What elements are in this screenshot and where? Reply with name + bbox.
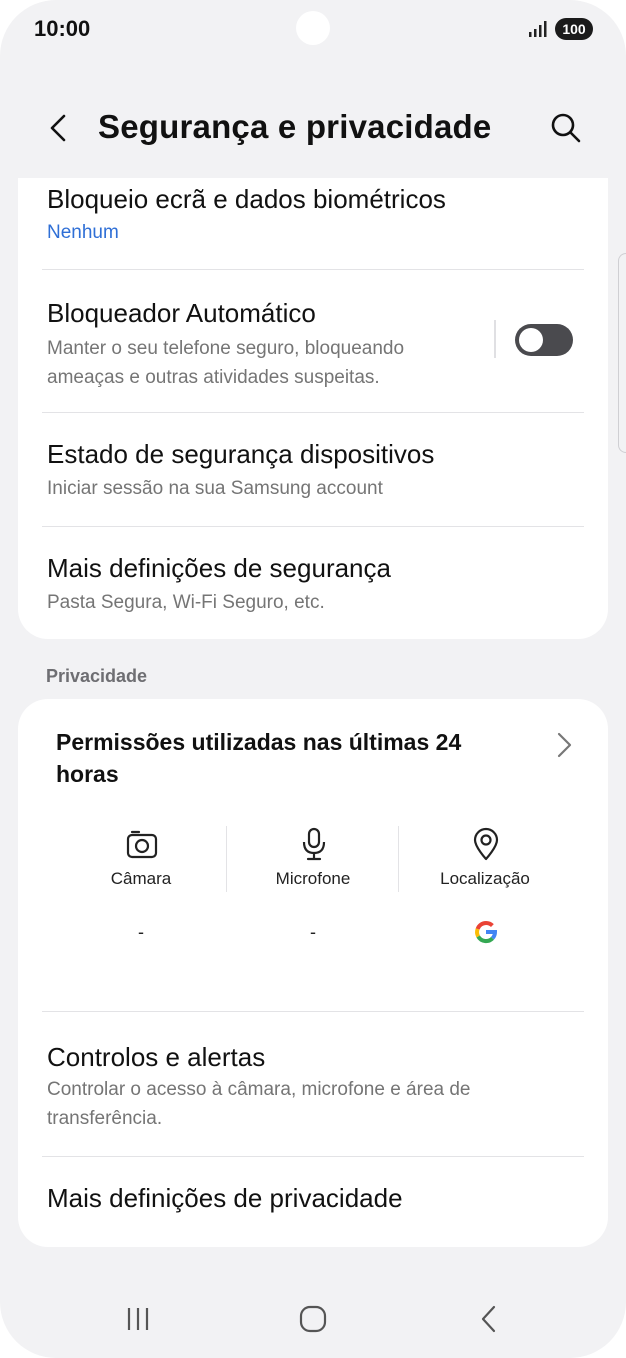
microphone-icon: [302, 827, 326, 861]
home-icon: [299, 1305, 327, 1333]
device-security-status-item[interactable]: Estado de segurança dispositivos Iniciar…: [18, 413, 608, 526]
auto-blocker-toggle[interactable]: [515, 324, 573, 356]
status-bar: 10:00 100: [0, 0, 626, 60]
nav-back-button[interactable]: [458, 1288, 518, 1348]
item-title: Controlos e alertas: [47, 1042, 266, 1072]
permissions-used-header[interactable]: Permissões utilizadas nas últimas 24 hor…: [18, 699, 608, 799]
item-subtitle: Controlar o acesso à câmara, microfone e…: [47, 1079, 471, 1100]
permissions-title: Permissões utilizadas nas últimas 24 hor…: [56, 729, 462, 787]
item-title: Mais definições de privacidade: [47, 1183, 403, 1213]
scroll-indicator[interactable]: [618, 253, 626, 453]
item-subtitle: Manter o seu telefone seguro, bloqueando: [47, 338, 405, 359]
back-button[interactable]: [38, 108, 78, 148]
status-time: 10:00: [34, 16, 91, 41]
back-icon: [481, 1305, 496, 1333]
location-icon: [473, 827, 499, 861]
item-subtitle: ameaças e outras atividades suspeitas.: [47, 367, 380, 388]
toggle-separator: [494, 320, 496, 358]
home-button[interactable]: [283, 1288, 343, 1348]
column-separator: [398, 826, 399, 892]
camera-cutout: [296, 11, 330, 45]
recent-apps-button[interactable]: [108, 1288, 168, 1348]
google-logo-icon: [475, 921, 497, 944]
permission-label: Microfone: [275, 869, 351, 888]
more-security-settings-item[interactable]: Mais definições de segurança Pasta Segur…: [18, 527, 608, 639]
permission-location[interactable]: Localização: [400, 827, 570, 957]
privacy-section-header: Privacidade: [46, 666, 148, 686]
item-title: Mais definições de segurança: [47, 553, 391, 583]
navigation-bar: [0, 1288, 626, 1348]
permission-microphone[interactable]: Microfone -: [228, 827, 398, 957]
item-subtitle: Pasta Segura, Wi-Fi Seguro, etc.: [47, 592, 325, 613]
page-title: Segurança e privacidade: [98, 108, 492, 145]
toggle-knob: [519, 328, 543, 352]
privacy-card: Permissões utilizadas nas últimas 24 hor…: [18, 699, 608, 1247]
search-icon: [551, 113, 581, 143]
item-subtitle: Nenhum: [47, 222, 119, 243]
permission-camera[interactable]: Câmara -: [56, 827, 226, 957]
permission-value: -: [310, 922, 316, 942]
search-button[interactable]: [546, 108, 586, 148]
app-bar: Segurança e privacidade: [0, 100, 626, 156]
battery-icon: 100: [555, 18, 593, 40]
item-title: Bloqueador Automático: [47, 298, 316, 328]
item-subtitle: Iniciar sessão na sua Samsung account: [47, 478, 383, 499]
lock-screen-biometrics-item[interactable]: Bloqueio ecrã e dados biométricos Nenhum: [18, 178, 608, 270]
signal-icon: [529, 21, 547, 37]
item-subtitle: transferência.: [47, 1108, 163, 1129]
item-title: Bloqueio ecrã e dados biométricos: [47, 184, 446, 214]
permission-label: Câmara: [110, 869, 172, 888]
controls-and-alerts-item[interactable]: Controlos e alertas Controlar o acesso à…: [18, 1012, 608, 1157]
recent-apps-icon: [127, 1308, 149, 1330]
back-arrow-icon: [50, 114, 66, 142]
more-privacy-settings-item[interactable]: Mais definições de privacidade: [18, 1157, 608, 1247]
item-title: Estado de segurança dispositivos: [47, 439, 435, 469]
security-card: Bloqueio ecrã e dados biométricos Nenhum…: [18, 178, 608, 639]
camera-icon: [126, 830, 158, 859]
column-separator: [226, 826, 227, 892]
chevron-right-icon: [557, 732, 572, 758]
permission-value: -: [138, 922, 144, 942]
permission-label: Localização: [440, 869, 530, 888]
phone-screen: 10:00 100 Segurança e privacidade Bloque…: [0, 0, 626, 1358]
